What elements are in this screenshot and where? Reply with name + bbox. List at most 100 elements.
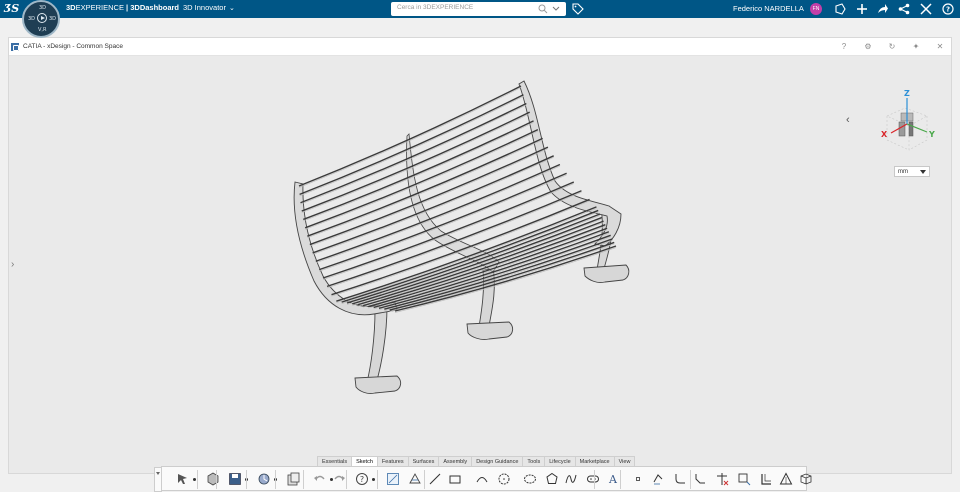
tab-lifecycle[interactable]: Lifecycle <box>544 456 576 466</box>
search-icon[interactable] <box>538 4 548 14</box>
tag-icon[interactable] <box>572 3 584 15</box>
slot-icon[interactable] <box>586 472 600 486</box>
tab-features[interactable]: Features <box>376 456 409 466</box>
play-icon[interactable] <box>37 13 47 23</box>
tab-surfaces[interactable]: Surfaces <box>407 456 440 466</box>
action-bar-handle[interactable] <box>154 467 162 492</box>
tab-sketch[interactable]: Sketch <box>351 456 378 466</box>
arc-icon[interactable] <box>475 472 489 486</box>
toolbar-separator <box>377 470 378 489</box>
view-cube[interactable]: Z X Y <box>869 86 939 156</box>
svg-text:?: ? <box>946 6 950 14</box>
point-icon[interactable] <box>631 472 645 486</box>
tab-assembly[interactable]: Assembly <box>438 456 473 466</box>
toolbar-tabs: Essentials Sketch Features Surfaces Assembly… <box>317 456 636 466</box>
forward-icon[interactable] <box>877 3 889 15</box>
convert-icon[interactable] <box>759 472 773 486</box>
tab-essentials[interactable]: Essentials <box>317 456 353 466</box>
units-select[interactable]: mm <box>894 166 930 177</box>
toolbar-separator <box>690 470 691 489</box>
axis-x-label: X <box>881 130 888 139</box>
3d-box-icon[interactable] <box>799 472 813 486</box>
fillet-icon[interactable] <box>673 472 687 486</box>
app-widget: CATIA - xDesign - Common Space ? ⚙ ↻ ✦ ✕ <box>8 37 952 492</box>
spline-icon[interactable] <box>564 472 578 486</box>
toolbar-separator <box>216 470 217 489</box>
project-icon[interactable] <box>737 472 751 486</box>
toolbar-separator <box>346 470 347 489</box>
widget-refresh-icon[interactable]: ↻ <box>887 42 897 52</box>
tab-tools[interactable]: Tools <box>522 456 546 466</box>
toolbar-separator <box>197 470 198 489</box>
bench-model[interactable] <box>9 56 951 473</box>
ellipse-icon[interactable] <box>523 472 537 486</box>
chamfer-icon[interactable] <box>693 472 707 486</box>
widget-close-icon[interactable]: ✕ <box>935 42 945 52</box>
sketch-icon[interactable] <box>386 472 400 486</box>
bench-slat <box>319 172 567 271</box>
role-label: 3D Innovator <box>183 3 226 12</box>
widget-settings-icon[interactable]: ⚙ <box>863 42 873 52</box>
widget-pin-icon[interactable]: ✦ <box>911 42 921 52</box>
compass-west: 3D <box>28 16 36 22</box>
toolbar-separator <box>620 470 621 489</box>
toolbar-separator <box>303 470 304 489</box>
chevron-down-icon[interactable]: ⌄ <box>229 4 235 12</box>
trim-icon[interactable] <box>715 472 729 486</box>
offset-icon[interactable] <box>651 472 665 486</box>
widget-title: CATIA - xDesign - Common Space <box>23 43 123 50</box>
toolbar-separator <box>275 470 276 489</box>
top-bar: ƷS 3DEXPERIENCE | 3DDashboard 3D Innovato… <box>0 0 960 18</box>
units-value: mm <box>898 169 908 175</box>
tab-view[interactable]: View <box>613 456 636 466</box>
add-icon[interactable] <box>856 3 868 15</box>
select-icon[interactable] <box>176 472 190 486</box>
polygon-icon[interactable] <box>545 472 559 486</box>
brand-separator: | 3D <box>123 3 140 12</box>
axis-z-label: Z <box>904 89 910 98</box>
chevron-down-icon[interactable] <box>551 5 561 13</box>
toolbar-separator <box>246 470 247 489</box>
bench-legs <box>354 205 630 394</box>
network-icon[interactable] <box>898 3 910 15</box>
widget-help-icon[interactable]: ? <box>839 42 849 52</box>
svg-text:?: ? <box>360 475 364 484</box>
save-icon[interactable] <box>228 472 242 486</box>
undo-icon[interactable] <box>313 472 327 486</box>
platform-brand[interactable]: 3DEXPERIENCE | 3DDashboard 3D Innovator ⌄ <box>66 3 235 12</box>
tab-marketplace[interactable]: Marketplace <box>574 456 615 466</box>
user-name[interactable]: Federico NARDELLA <box>733 4 804 13</box>
part-icon[interactable] <box>206 472 220 486</box>
expand-panel-icon[interactable]: › <box>11 259 14 270</box>
compass-north: 3D <box>39 5 47 11</box>
text-icon[interactable]: A <box>606 472 620 486</box>
help-icon[interactable]: ? <box>942 3 954 15</box>
tab-design-guidance[interactable]: Design Guidance <box>471 456 524 466</box>
clipboard-icon[interactable] <box>286 472 300 486</box>
help-icon[interactable]: ? <box>355 472 369 486</box>
3d-viewport[interactable]: › ‹ Z X Y mm Essentials Sketch Features Sur… <box>9 56 951 492</box>
rectangle-icon[interactable] <box>448 472 462 486</box>
svg-text:A: A <box>608 473 618 486</box>
ds-logo: ƷS <box>4 2 20 15</box>
search-box[interactable]: Cerca in 3DEXPERIENCE <box>391 2 566 16</box>
update-icon[interactable] <box>257 472 271 486</box>
axis-y-label: Y <box>928 130 935 139</box>
widget-header: CATIA - xDesign - Common Space ? ⚙ ↻ ✦ ✕ <box>9 38 951 56</box>
chevron-down-icon[interactable] <box>920 170 926 174</box>
tools-icon[interactable] <box>920 3 932 15</box>
circle-icon[interactable] <box>497 472 511 486</box>
compass-south: V,R <box>38 27 47 33</box>
toolbar-separator <box>594 470 595 489</box>
avatar[interactable]: FN <box>810 3 822 15</box>
compass-widget[interactable]: 3D 3D 3D V,R <box>22 0 60 38</box>
redo-icon[interactable] <box>332 472 346 486</box>
toolbar-separator <box>424 470 425 489</box>
triangle-icon[interactable] <box>779 472 793 486</box>
chevron-left-icon[interactable]: ‹ <box>846 114 850 126</box>
sketch-on-plane-icon[interactable] <box>408 472 422 486</box>
brand-experience: EXPERIENCE <box>75 3 124 12</box>
share-icon[interactable] <box>834 3 846 15</box>
line-icon[interactable] <box>428 472 442 486</box>
search-input[interactable]: Cerca in 3DEXPERIENCE <box>397 4 473 11</box>
